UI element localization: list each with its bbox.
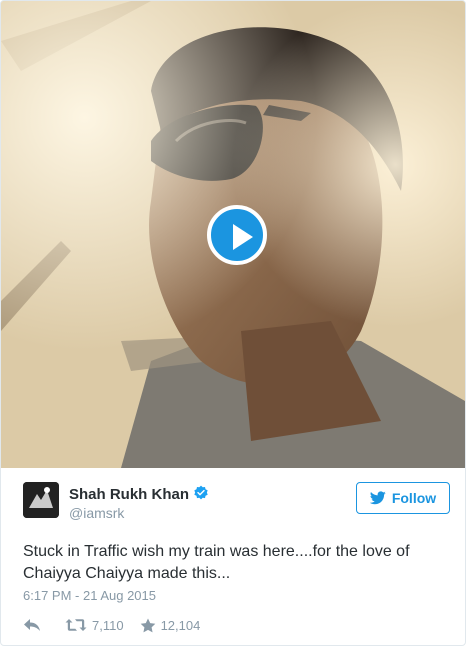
play-button[interactable] [207,205,267,265]
tweet-actions: 7,110 12,104 [23,615,200,635]
retweet-count: 7,110 [92,617,124,633]
follow-label: Follow [391,490,437,506]
verified-badge-icon [194,485,208,500]
twitter-bird-icon [369,491,386,505]
avatar[interactable] [23,482,59,518]
reply-button[interactable] [23,618,41,632]
retweet-button[interactable]: 7,110 [65,618,124,633]
video-preview[interactable] [1,1,465,468]
author-name[interactable]: Shah Rukh Khan [69,485,209,503]
author-handle[interactable]: @iamsrk [69,505,124,521]
like-button[interactable]: 12,104 [140,617,201,633]
tweet-timestamp[interactable]: 6:17 PM - 21 Aug 2015 [23,588,156,603]
tweet-text: Stuck in Traffic wish my train was here.… [23,543,410,582]
reply-icon [24,619,40,631]
follow-button[interactable]: Follow [356,482,450,514]
star-icon [140,618,155,632]
author-name-text: Shah Rukh Khan [69,486,190,503]
like-count: 12,104 [160,617,201,633]
embedded-tweet-card: Shah Rukh Khan @iamsrk Follow Stuck in T… [0,0,466,646]
play-icon [233,224,253,250]
retweet-icon [65,619,87,631]
